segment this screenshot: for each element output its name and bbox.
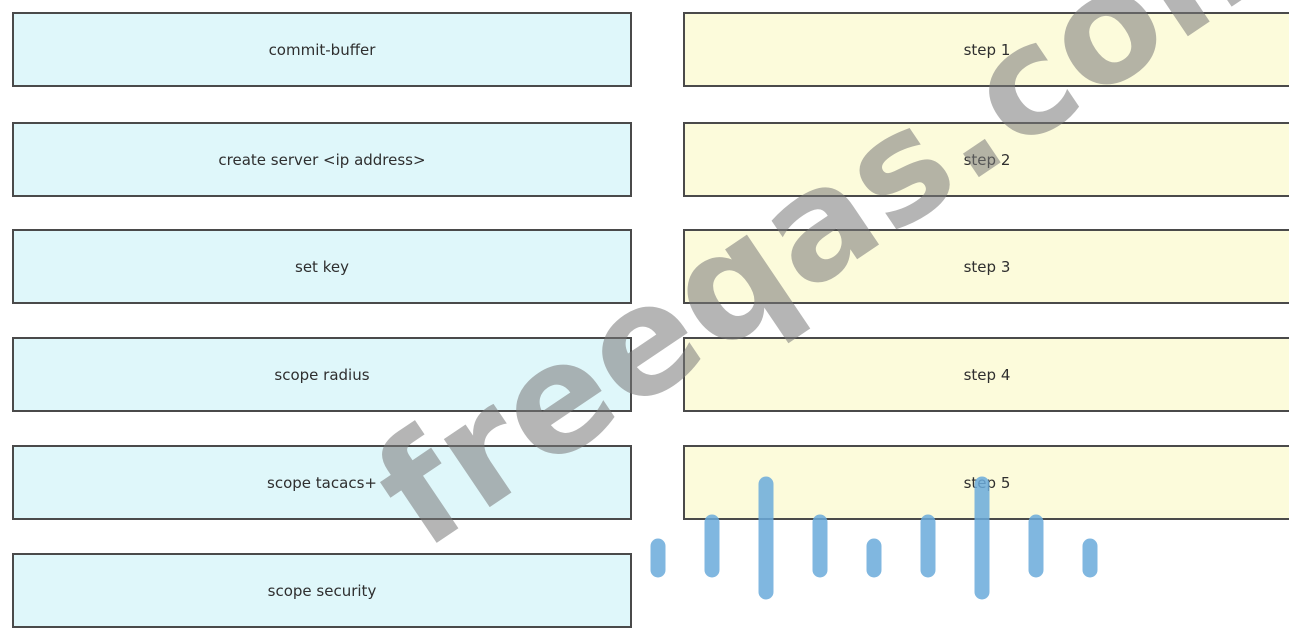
command-option-scope-security[interactable]: scope security <box>12 553 632 628</box>
step-slot-5[interactable]: step 5 <box>683 445 1289 520</box>
command-option-scope-radius[interactable]: scope radius <box>12 337 632 412</box>
command-option-label: scope tacacs+ <box>267 473 377 492</box>
command-option-label: scope radius <box>274 365 370 384</box>
command-option-label: create server <ip address> <box>218 150 426 169</box>
step-slot-3[interactable]: step 3 <box>683 229 1289 304</box>
command-option-set-key[interactable]: set key <box>12 229 632 304</box>
step-slot-2[interactable]: step 2 <box>683 122 1289 197</box>
step-slot-label: step 2 <box>963 150 1011 169</box>
step-slot-1[interactable]: step 1 <box>683 12 1289 87</box>
command-option-label: set key <box>295 257 349 276</box>
step-slot-label: step 1 <box>963 40 1011 59</box>
command-option-label: commit-buffer <box>268 40 376 59</box>
step-slot-label: step 5 <box>963 473 1011 492</box>
command-option-create-server[interactable]: create server <ip address> <box>12 122 632 197</box>
command-option-label: scope security <box>267 581 377 600</box>
command-option-scope-tacacs[interactable]: scope tacacs+ <box>12 445 632 520</box>
step-slot-label: step 3 <box>963 257 1011 276</box>
command-option-commit-buffer[interactable]: commit-buffer <box>12 12 632 87</box>
step-slot-4[interactable]: step 4 <box>683 337 1289 412</box>
step-slot-label: step 4 <box>963 365 1011 384</box>
